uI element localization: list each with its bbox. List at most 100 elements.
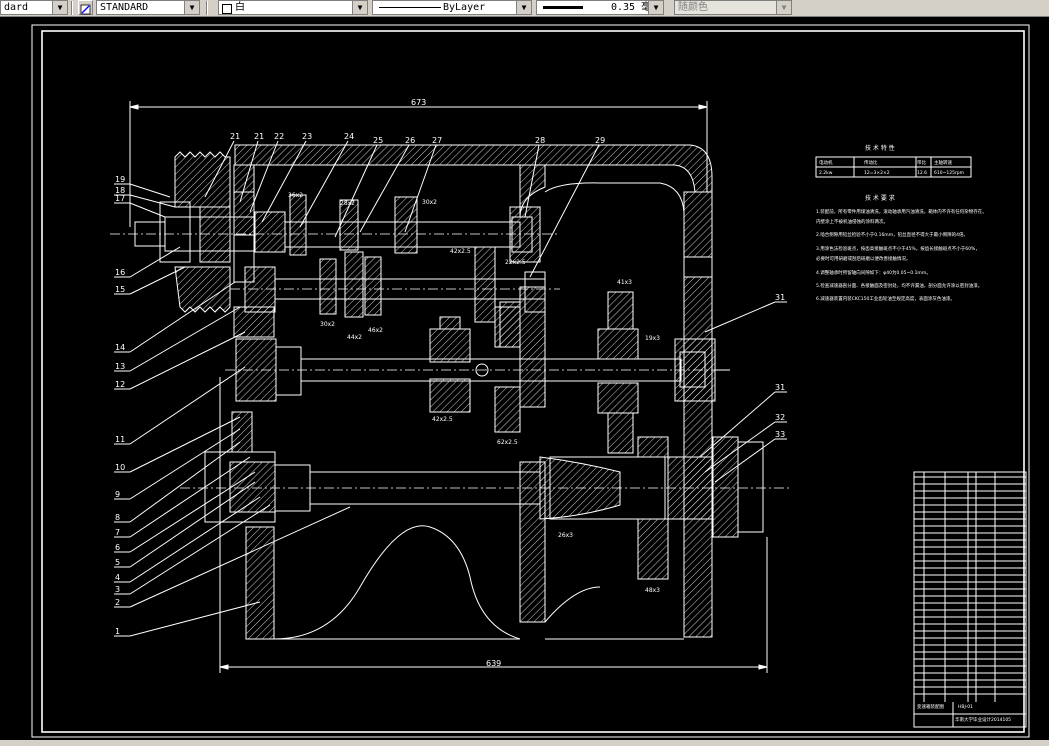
- gear-spec-note: 19x3: [645, 335, 660, 342]
- tech-table-title: 技 术 特 性: [865, 144, 895, 152]
- requirement-line: 必要时可用研磨或刮后研磨以便改善接触情况。: [816, 255, 911, 262]
- chevron-down-icon[interactable]: ▼: [352, 1, 367, 14]
- part-number-label: 13: [115, 362, 125, 371]
- gear-spec-note: 28x2: [340, 200, 355, 207]
- part-number-label: 7: [115, 528, 120, 537]
- plotstyle-value: 随颜色: [678, 2, 708, 13]
- tech-header-motor: 电动机: [819, 159, 833, 166]
- gear-spec-note: 42x2.5: [432, 416, 453, 423]
- part-number-label: 5: [115, 558, 120, 567]
- chevron-down-icon[interactable]: ▼: [648, 1, 663, 14]
- gear-spec-note: 30x2: [320, 321, 335, 328]
- leader-line: [129, 366, 246, 445]
- part-number-label: 31: [775, 293, 785, 302]
- part-number-label: 14: [115, 343, 125, 352]
- title-block-number: HBJ-01: [958, 704, 973, 710]
- part-number-label: 31: [775, 383, 785, 392]
- title-block-name: 变速箱装配图: [917, 703, 944, 710]
- color-swatch-icon: [222, 4, 232, 14]
- part-number-label: 10: [115, 463, 125, 472]
- plotstyle-combo[interactable]: 随颜色 ▼: [674, 0, 792, 15]
- part-number-label: 11: [115, 435, 125, 444]
- part-number-label: 29: [595, 136, 605, 145]
- tech-header-belt: 带比: [917, 159, 926, 166]
- linetype-value: ByLayer: [443, 2, 486, 13]
- text-style-combo[interactable]: STANDARD ▼: [96, 0, 200, 15]
- gear-spec-note: 30x2: [422, 199, 437, 206]
- gear-spec-note: 46x2: [368, 327, 383, 334]
- requirement-line: 5.检查减速器剖分面、各接触面及密封处，均不许漏油，剖分面允许涂以密封油漆。: [816, 282, 982, 289]
- part-number-label: 9: [115, 490, 120, 499]
- part-number-label: 24: [344, 132, 354, 141]
- parts-list-table: [913, 471, 1027, 728]
- gear-spec-note: 62x2.5: [497, 439, 518, 446]
- properties-toolbar: dard ▼ STANDARD ▼ 白 ▼ ByLayer ▼ 0.35 毫米 …: [0, 0, 1049, 17]
- color-value: 白: [235, 2, 245, 13]
- title-block-school: 华南大学毕业设计2014105: [955, 716, 1011, 723]
- parts-list-border: [913, 471, 1027, 728]
- text-style-value: STANDARD: [100, 2, 149, 13]
- requirements-title: 技 术 要 求: [865, 194, 895, 202]
- part-number-label: 28: [535, 136, 545, 145]
- horizontal-scrollbar[interactable]: [0, 740, 1049, 746]
- gear-spec-note: 26x3: [558, 532, 573, 539]
- tech-value-motor: 2.2kw: [819, 170, 833, 176]
- requirement-line: 4.调整轴承时所留轴向间隙如下：φ40为0.05~0.1mm。: [816, 269, 931, 276]
- top-dimension-label: 673: [411, 98, 426, 107]
- gear-spec-note: 41x3: [617, 279, 632, 286]
- requirement-line: 2.啮合侧隙用铅丝检验不小于0.16mm，铅丝直径不得大于最小侧隙的4倍。: [816, 231, 968, 238]
- gear-spec-note: 42x2.5: [450, 248, 471, 255]
- chevron-down-icon[interactable]: ▼: [184, 1, 199, 14]
- leader-line: [704, 301, 776, 333]
- requirement-line: 内壁涂上不被机油侵蚀的涂料两次。: [816, 218, 888, 225]
- linetype-preview-icon: [379, 7, 441, 8]
- part-number-label: 21: [254, 132, 264, 141]
- part-number-label: 17: [115, 194, 125, 203]
- gear-spec-note: 48x3: [645, 587, 660, 594]
- leader-line: [129, 441, 241, 523]
- requirement-line: 1.装配前，所有零件用煤油清洗，滚动轴承用汽油清洗，箱体内不许有任何杂物存在。: [816, 208, 987, 215]
- part-number-label: 22: [274, 132, 284, 141]
- part-number-label: 32: [775, 413, 785, 422]
- part-number-label: 2: [115, 598, 120, 607]
- chevron-down-icon[interactable]: ▼: [776, 1, 791, 14]
- part-number-label: 1: [115, 627, 120, 636]
- text-style-icon[interactable]: [78, 0, 93, 15]
- lineweight-preview-icon: [543, 6, 583, 9]
- toolbar-separator: [206, 1, 208, 15]
- part-number-label: 8: [115, 513, 120, 522]
- color-combo[interactable]: 白 ▼: [218, 0, 368, 15]
- part-number-label: 12: [115, 380, 125, 389]
- leader-line: [129, 601, 261, 637]
- chevron-down-icon[interactable]: ▼: [516, 1, 531, 14]
- part-number-label: 16: [115, 268, 125, 277]
- part-number-label: 15: [115, 285, 125, 294]
- gear-spec-note: 36x2: [288, 192, 303, 199]
- linetype-combo[interactable]: ByLayer ▼: [372, 0, 532, 15]
- gear-spec-note: 44x2: [347, 334, 362, 341]
- part-number-label: 3: [115, 585, 120, 594]
- drawing-canvas[interactable]: 673 639 技 术 特 性 电动机 传动比 带比 主轴转速 2.2kw 12…: [0, 17, 1049, 740]
- part-number-label: 25: [373, 136, 383, 145]
- requirement-line: 6.减速器装置内装CKC150工业齿轮油至规定高度，表面涂灰色油漆。: [816, 295, 955, 302]
- tech-value-speed: 610~125rpm: [934, 170, 964, 176]
- part-number-label: 27: [432, 136, 442, 145]
- chevron-down-icon[interactable]: ▼: [52, 1, 67, 14]
- part-number-label: 21: [230, 132, 240, 141]
- part-number-label: 6: [115, 543, 120, 552]
- part-number-label: 19: [115, 175, 125, 184]
- toolbar-separator: [71, 1, 73, 15]
- bottom-dimension-label: 639: [486, 659, 501, 668]
- tech-value-ratio: 12=3×2×2: [864, 170, 890, 176]
- part-number-label: 4: [115, 573, 120, 582]
- dimension-style-value: dard: [4, 2, 29, 13]
- tech-header-speed: 主轴转速: [934, 159, 952, 166]
- part-number-label: 26: [405, 136, 415, 145]
- part-number-label: 33: [775, 430, 785, 439]
- lineweight-combo[interactable]: 0.35 毫米 ▼: [536, 0, 664, 15]
- gear-spec-note: 22x2.5: [505, 259, 526, 266]
- tech-value-belt: 12.6: [917, 170, 927, 176]
- leader-line: [129, 183, 171, 198]
- part-number-label: 23: [302, 132, 312, 141]
- dimension-style-combo[interactable]: dard ▼: [0, 0, 68, 15]
